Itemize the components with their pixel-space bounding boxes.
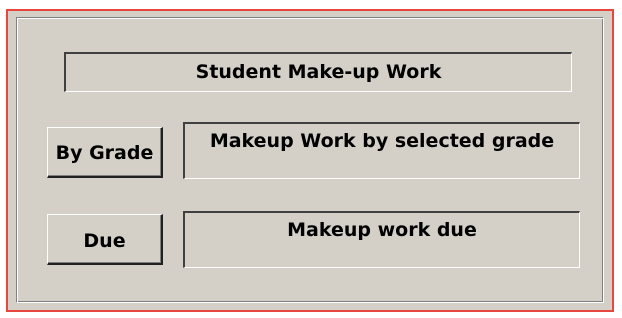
by-grade-button[interactable]: By Grade — [47, 127, 163, 178]
form-title: Student Make-up Work — [64, 52, 572, 92]
due-description: Makeup work due — [183, 211, 580, 268]
by-grade-description: Makeup Work by selected grade — [183, 122, 580, 179]
due-button[interactable]: Due — [47, 214, 163, 265]
